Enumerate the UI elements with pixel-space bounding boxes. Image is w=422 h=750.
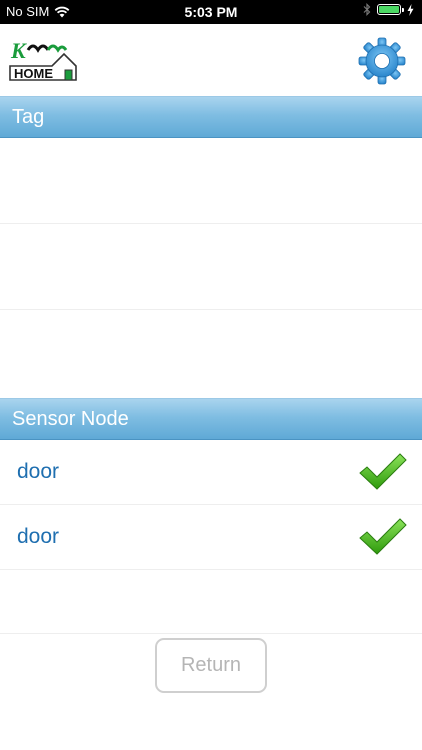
battery-icon xyxy=(377,4,404,15)
empty-list-row xyxy=(0,570,422,634)
sensor-row[interactable]: door xyxy=(0,440,422,505)
sensor-row[interactable]: door xyxy=(0,505,422,570)
sensor-name: door xyxy=(17,525,60,548)
kees-home-logo: K HOME xyxy=(9,38,77,81)
status-right xyxy=(363,3,414,16)
svg-text:K: K xyxy=(10,38,27,63)
return-button[interactable]: Return xyxy=(155,638,267,693)
battery-cap xyxy=(402,8,404,12)
tag-section-header: Tag xyxy=(0,96,422,138)
battery-fill xyxy=(379,6,399,13)
charging-icon xyxy=(407,3,414,16)
clock: 5:03 PM xyxy=(184,4,238,20)
tag-section-title: Tag xyxy=(12,106,45,128)
checkmark-icon xyxy=(359,518,407,555)
empty-list-row xyxy=(0,138,422,224)
empty-list-row xyxy=(0,224,422,310)
app-header: K HOME xyxy=(0,24,422,96)
svg-text:HOME: HOME xyxy=(14,66,53,81)
bluetooth-icon xyxy=(363,3,371,16)
app-screen: No SIM 5:03 PM K HOME Tag Sensor Node do… xyxy=(0,0,422,750)
status-bar: No SIM 5:03 PM xyxy=(0,0,422,24)
sensor-section-title: Sensor Node xyxy=(12,408,129,430)
sensor-name: door xyxy=(17,460,60,483)
settings-gear-icon[interactable] xyxy=(358,37,406,85)
tag-list xyxy=(0,138,422,398)
sensor-list: door door xyxy=(0,440,422,634)
checkmark-icon xyxy=(359,453,407,490)
empty-list-row xyxy=(0,310,422,396)
sensor-section-header: Sensor Node xyxy=(0,398,422,440)
